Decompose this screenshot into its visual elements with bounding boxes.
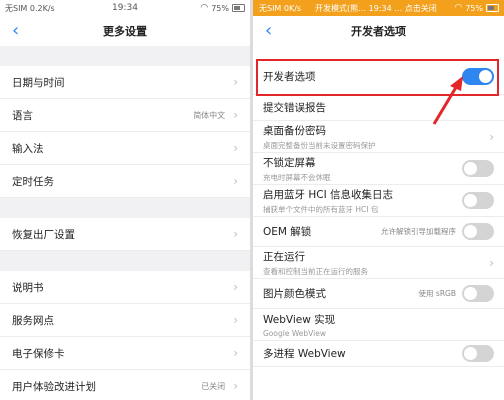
page-title: 更多设置 xyxy=(103,25,147,38)
settings-item-label: 用户体验改进计划 xyxy=(12,380,96,393)
settings-item[interactable]: 定时任务 › xyxy=(0,165,250,198)
status-carrier: 无SIM 0K/s xyxy=(259,3,302,13)
back-icon[interactable]: ‹ xyxy=(12,22,19,40)
right-screen: 无SIM 0K/s 开发模式(熊… 19:34 … 点击关闭 ◠ 75% ‹ 开… xyxy=(253,0,504,400)
back-icon[interactable]: ‹ xyxy=(265,22,272,40)
settings-item-value: 已关闭 xyxy=(201,381,226,391)
option-label: 图片颜色模式 xyxy=(263,288,326,300)
settings-item-label: 输入法 xyxy=(12,142,44,155)
settings-item[interactable]: 日期与时间 › xyxy=(0,66,250,99)
option-label: 提交错误报告 xyxy=(263,102,326,114)
status-carrier: 无SIM 0.2K/s xyxy=(5,3,55,13)
group-spacer xyxy=(0,251,250,271)
option-description: 查看和控制当前正在运行的服务 xyxy=(263,266,368,276)
developer-options-list: 开发者选项提交错误报告 桌面备份密码桌面完整备份当前未设置密码保护 › 不锁定屏幕充电… xyxy=(253,58,504,367)
option-label: 多进程 WebView xyxy=(263,348,346,360)
settings-item-label: 电子保修卡 xyxy=(12,347,65,360)
status-bar: 无SIM 0K/s 开发模式(熊… 19:34 … 点击关闭 ◠ 75% xyxy=(253,0,504,16)
status-time: 19:34 xyxy=(112,3,138,13)
settings-item[interactable]: 服务网点 › xyxy=(0,304,250,337)
settings-item-label: 恢复出厂设置 xyxy=(12,228,75,241)
developer-option-row[interactable]: 桌面备份密码桌面完整备份当前未设置密码保护 › xyxy=(253,121,504,153)
settings-item-label: 定时任务 xyxy=(12,175,54,188)
chevron-right-icon: › xyxy=(233,346,238,360)
battery-icon xyxy=(486,4,499,12)
chevron-right-icon: › xyxy=(233,280,238,294)
nav-bar: ‹ 更多设置 xyxy=(0,16,250,46)
banner-text: 开发模式(熊… 19:34 … 点击关闭 xyxy=(315,3,437,13)
toggle-switch[interactable] xyxy=(462,345,494,362)
option-description: 充电时屏幕不会休眠 xyxy=(263,172,331,182)
settings-item-label: 说明书 xyxy=(12,281,44,294)
toggle-switch[interactable] xyxy=(462,192,494,209)
developer-option-row[interactable]: 开发者选项 xyxy=(253,58,504,95)
settings-item[interactable]: 说明书 › xyxy=(0,271,250,304)
group-spacer xyxy=(0,198,250,218)
chevron-right-icon: › xyxy=(233,227,238,241)
chevron-right-icon: › xyxy=(233,174,238,188)
page-title: 开发者选项 xyxy=(351,25,406,38)
option-value: 使用 sRGB xyxy=(418,289,456,298)
developer-option-row[interactable]: 不锁定屏幕充电时屏幕不会休眠 xyxy=(253,153,504,185)
chevron-right-icon: › xyxy=(233,141,238,155)
option-description: 捕获单个文件中的所有蓝牙 HCI 包 xyxy=(263,204,379,214)
wifi-icon: ◠ xyxy=(200,3,209,13)
settings-item[interactable]: 语言 简体中文 › xyxy=(0,99,250,132)
toggle-switch[interactable] xyxy=(462,67,494,85)
chevron-right-icon: › xyxy=(233,108,238,122)
option-label: 启用蓝牙 HCI 信息收集日志 xyxy=(263,188,393,201)
left-screen: 无SIM 0.2K/s 19:34 ◠ 75% ‹ 更多设置 日期与时间 › 语言 简… xyxy=(0,0,250,400)
option-label: 桌面备份密码 xyxy=(263,124,326,137)
developer-option-row[interactable]: 正在运行查看和控制当前正在运行的服务 › xyxy=(253,247,504,279)
settings-list: 日期与时间 › 语言 简体中文 › 输入法 › 定时任务 › 恢复出厂设置 › 说明书 › 服务网点 › 电子… xyxy=(0,46,250,400)
settings-item-value: 简体中文 xyxy=(193,110,226,120)
developer-option-row[interactable]: WebView 实现 Google WebView xyxy=(253,309,504,341)
chevron-right-icon: › xyxy=(489,129,494,144)
toggle-switch[interactable] xyxy=(462,223,494,240)
developer-option-row[interactable]: OEM 解锁 允许解锁引导加载程序 xyxy=(253,217,504,247)
toggle-switch[interactable] xyxy=(462,160,494,177)
developer-option-row[interactable]: 启用蓝牙 HCI 信息收集日志 捕获单个文件中的所有蓝牙 HCI 包 xyxy=(253,185,504,217)
option-label: 正在运行 xyxy=(263,250,305,263)
settings-item-label: 语言 xyxy=(12,109,33,122)
battery-percent: 75% xyxy=(465,3,483,13)
chevron-right-icon: › xyxy=(489,255,494,270)
option-label: WebView 实现 xyxy=(263,313,336,326)
status-bar: 无SIM 0.2K/s 19:34 ◠ 75% xyxy=(0,0,250,16)
option-label: 开发者选项 xyxy=(263,70,316,83)
developer-option-row[interactable]: 多进程 WebView xyxy=(253,341,504,367)
option-value: 允许解锁引导加载程序 xyxy=(381,227,456,236)
chevron-right-icon: › xyxy=(233,313,238,327)
developer-option-row[interactable]: 提交错误报告 xyxy=(253,95,504,121)
settings-item[interactable]: 输入法 › xyxy=(0,132,250,165)
settings-item[interactable]: 用户体验改进计划 已关闭 › xyxy=(0,370,250,400)
battery-percent: 75% xyxy=(211,3,229,13)
settings-item[interactable]: 电子保修卡 › xyxy=(0,337,250,370)
wifi-icon: ◠ xyxy=(454,3,463,13)
settings-item[interactable]: 恢复出厂设置 › xyxy=(0,218,250,251)
toggle-switch[interactable] xyxy=(462,285,494,302)
option-description: Google WebView xyxy=(263,328,326,338)
developer-option-row[interactable]: 图片颜色模式 使用 sRGB xyxy=(253,279,504,309)
developer-mode-banner[interactable]: 无SIM 0K/s 开发模式(熊… 19:34 … 点击关闭 ◠ 75% xyxy=(253,0,504,16)
chevron-right-icon: › xyxy=(233,379,238,393)
battery-icon xyxy=(232,4,245,12)
nav-bar: ‹ 开发者选项 xyxy=(253,16,504,46)
option-label: 不锁定屏幕 xyxy=(263,156,316,169)
settings-item-label: 日期与时间 xyxy=(12,76,65,89)
option-description: 桌面完整备份当前未设置密码保护 xyxy=(263,140,376,150)
option-label: OEM 解锁 xyxy=(263,226,312,238)
chevron-right-icon: › xyxy=(233,75,238,89)
settings-item-label: 服务网点 xyxy=(12,314,54,327)
group-spacer xyxy=(0,46,250,66)
